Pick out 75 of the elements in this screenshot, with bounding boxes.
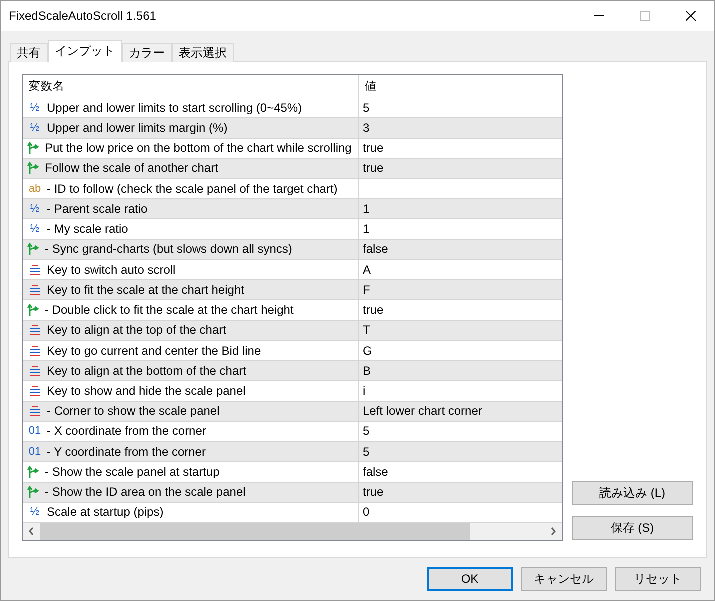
- window-title: FixedScaleAutoScroll 1.561: [9, 9, 158, 23]
- parameter-value[interactable]: true: [359, 138, 562, 158]
- parameter-name[interactable]: - Show the ID area on the scale panel: [23, 482, 359, 502]
- arrow-icon: [27, 242, 41, 256]
- parameter-name[interactable]: ab - ID to follow (check the scale panel of the target chart): [23, 179, 359, 198]
- parameter-name[interactable]: ½ Scale at startup (pips): [23, 502, 359, 522]
- tab[interactable]: 共有: [10, 43, 48, 62]
- parameter-value[interactable]: A: [359, 260, 562, 280]
- parameter-value[interactable]: 1: [359, 219, 562, 239]
- arrow-icon: [27, 303, 41, 318]
- list-icon: [29, 324, 41, 336]
- parameter-value[interactable]: 5: [359, 442, 562, 462]
- type-icon: ab: [27, 182, 43, 195]
- dialog-button[interactable]: OK: [427, 567, 513, 591]
- parameter-name[interactable]: Key to switch auto scroll: [23, 260, 359, 280]
- parameter-name[interactable]: Put the low price on the bottom of the chart while scrolling: [23, 138, 359, 158]
- type-icon: ½: [27, 102, 43, 114]
- parameter-name[interactable]: Key to go current and center the Bid line: [23, 340, 359, 360]
- parameter-name[interactable]: - Sync grand-charts (but slows down all syncs): [23, 240, 359, 259]
- parameter-value[interactable]: true: [359, 158, 562, 178]
- parameter-value[interactable]: 3: [359, 118, 562, 138]
- list-icon: [29, 264, 41, 276]
- side-button[interactable]: 保存 (S): [572, 516, 693, 540]
- parameter-name[interactable]: - Double click to fit the scale at the chart height: [23, 300, 359, 320]
- column-header: 値: [364, 80, 378, 96]
- type-icon: 01: [27, 425, 43, 438]
- parameter-value[interactable]: false: [359, 462, 562, 482]
- type-icon: ½: [27, 122, 43, 134]
- parameter-name[interactable]: 01 - Y coordinate from the corner: [23, 442, 359, 462]
- parameter-value[interactable]: true: [359, 482, 562, 502]
- parameter-name[interactable]: - Show the scale panel at startup: [23, 462, 359, 482]
- arrow-icon: [27, 141, 41, 156]
- parameter-name[interactable]: - Corner to show the scale panel: [23, 402, 359, 421]
- parameter-value[interactable]: 1: [359, 199, 562, 218]
- list-icon: [29, 384, 41, 397]
- parameter-name[interactable]: ½ Upper and lower limits margin (%): [23, 118, 359, 138]
- parameter-name[interactable]: Follow the scale of another chart: [23, 158, 359, 178]
- arrow-icon: [27, 464, 41, 479]
- dialog-button[interactable]: リセット: [615, 567, 701, 591]
- parameter-value[interactable]: 5: [359, 98, 562, 118]
- side-button[interactable]: 読み込み (L): [572, 481, 693, 505]
- parameter-name[interactable]: Key to fit the scale at the chart height: [23, 280, 359, 300]
- list-icon: [29, 364, 41, 377]
- dialog-button[interactable]: キャンセル: [521, 567, 607, 591]
- parameter-value[interactable]: i: [359, 381, 562, 401]
- type-icon: ½: [27, 506, 43, 518]
- parameter-value[interactable]: Left lower chart corner: [359, 402, 562, 421]
- arrow-icon: [27, 485, 41, 500]
- list-icon: [29, 284, 41, 296]
- type-icon: ½: [27, 202, 43, 215]
- parameter-name[interactable]: ½ Upper and lower limits to start scrolling (0~45%): [23, 98, 359, 118]
- list-icon: [29, 405, 41, 418]
- horizontal-scrollbar[interactable]: [23, 523, 562, 540]
- parameter-value[interactable]: 0: [359, 502, 562, 522]
- parameter-value[interactable]: true: [359, 300, 562, 320]
- parameter-name[interactable]: Key to show and hide the scale panel: [23, 381, 359, 401]
- parameter-name[interactable]: ½ - My scale ratio: [23, 219, 359, 239]
- parameter-value[interactable]: 5: [359, 422, 562, 442]
- tab[interactable]: カラー: [122, 43, 172, 62]
- parameter-value[interactable]: false: [359, 240, 562, 259]
- type-icon: ½: [27, 223, 43, 236]
- close-icon[interactable]: [686, 11, 696, 21]
- tab[interactable]: インプット: [48, 40, 122, 62]
- arrow-icon: [27, 161, 41, 176]
- parameter-name[interactable]: 01 - X coordinate from the corner: [23, 422, 359, 442]
- parameter-name[interactable]: ½ - Parent scale ratio: [23, 199, 359, 218]
- parameter-value[interactable]: T: [359, 320, 562, 340]
- parameter-value[interactable]: B: [359, 361, 562, 380]
- tab[interactable]: 表示選択: [172, 43, 234, 62]
- parameter-name[interactable]: Key to align at the top of the chart: [23, 320, 359, 340]
- list-icon: [29, 344, 41, 356]
- parameter-value[interactable]: G: [359, 340, 562, 360]
- parameter-name[interactable]: Key to align at the bottom of the chart: [23, 361, 359, 380]
- type-icon: 01: [27, 446, 43, 458]
- parameter-value[interactable]: F: [359, 280, 562, 300]
